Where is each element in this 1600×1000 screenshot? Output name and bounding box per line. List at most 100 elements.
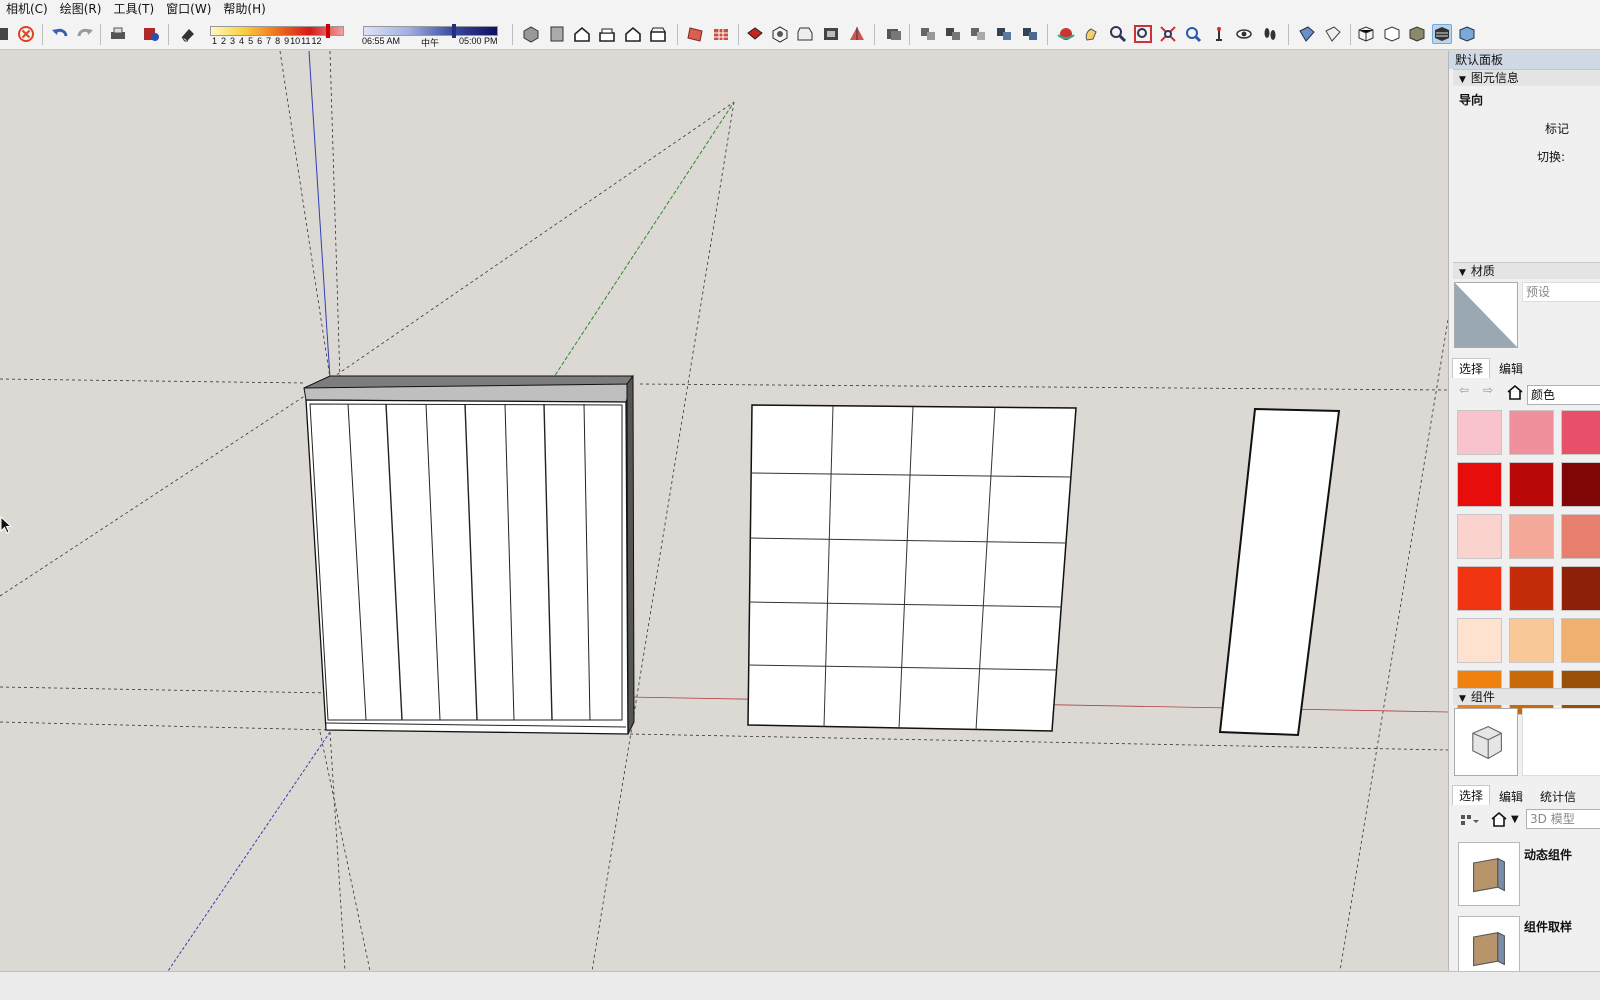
component-c-icon[interactable] [968,24,988,44]
material-library-select[interactable]: 颜色 [1527,385,1600,405]
menu-draw[interactable]: 绘图(R) [54,0,108,19]
dropdown-arrow-icon[interactable]: ▼ [1511,811,1523,829]
component-item-thumb-0[interactable] [1458,842,1520,906]
shaded-icon[interactable] [821,24,841,44]
component-item-label-1[interactable]: 组件取样 [1524,918,1572,935]
shadow-time-slider[interactable] [363,26,498,36]
print-icon[interactable] [108,24,128,44]
pan-icon[interactable] [1082,24,1102,44]
month-label: 6 [257,36,263,46]
style-shaded-icon[interactable] [1407,24,1427,44]
time-slider-thumb[interactable] [452,24,456,38]
menu-help[interactable]: 帮助(H) [217,0,271,19]
material-swatch[interactable] [1509,566,1554,611]
material-swatch[interactable] [1457,514,1502,559]
component-preview[interactable] [1454,708,1518,776]
menu-tools[interactable]: 工具(T) [107,0,160,19]
material-preview[interactable] [1454,282,1518,348]
orbit-icon[interactable] [1056,24,1076,44]
style-monochrome-icon[interactable] [1432,24,1452,44]
material-swatch[interactable] [1457,618,1502,663]
textured-icon[interactable] [847,24,867,44]
face-style-b-icon[interactable] [1323,24,1343,44]
menu-window[interactable]: 窗口(W) [160,0,217,19]
material-name-field[interactable]: 预设 [1522,282,1600,302]
month-label: 9 [284,36,290,46]
wardrobe-model[interactable] [303,374,635,735]
back-view-icon[interactable] [623,24,643,44]
collapse-triangle-icon: ▼ [1459,694,1466,704]
look-around-icon[interactable] [1234,24,1254,44]
material-swatch[interactable] [1457,566,1502,611]
material-swatch[interactable] [1561,514,1600,559]
wireframe-icon[interactable] [770,24,790,44]
undo-icon[interactable] [50,24,70,44]
material-swatch[interactable] [1561,618,1600,663]
eraser-icon[interactable] [178,24,198,44]
material-swatch[interactable] [1457,462,1502,507]
time-start-label: 06:55 AM [362,36,401,46]
material-swatch[interactable] [1457,410,1502,455]
shadow-month-slider[interactable] [210,26,344,36]
style-hidden-icon[interactable] [1382,24,1402,44]
stop-icon[interactable] [16,24,36,44]
materials-header[interactable]: ▼ 材质 [1453,262,1600,279]
components-tab-select[interactable]: 选择 [1452,785,1491,805]
component-item-thumb-1[interactable] [1458,916,1520,971]
zoom-window-icon[interactable] [1133,24,1153,44]
style-xray-icon[interactable] [1457,24,1477,44]
component-home-icon[interactable] [1491,811,1509,829]
xray-icon[interactable] [745,24,765,44]
hidden-line-icon[interactable] [795,24,815,44]
component-d-icon[interactable] [994,24,1014,44]
zoom-icon[interactable] [1108,24,1128,44]
menu-camera[interactable]: 相机(C) [0,0,54,19]
iso-view-icon[interactable] [521,24,541,44]
material-swatch[interactable] [1561,410,1600,455]
layer-icon[interactable] [884,24,904,44]
right-view-icon[interactable] [597,24,617,44]
default-tray: 默认面板 ▼ 图元信息 导向 标记 切换: ▼ 材质 预设 选择 编辑 ⇦ ⇨ 颜色… [1448,51,1600,971]
component-item-label-0[interactable]: 动态组件 [1524,846,1572,863]
component-b-icon[interactable] [943,24,963,44]
material-swatch[interactable] [1561,566,1600,611]
time-end-label: 05:00 PM [459,36,498,46]
month-label: 4 [239,36,245,46]
model-info-icon[interactable] [141,24,161,44]
components-tab-stats[interactable]: 统计信 [1534,787,1582,807]
front-view-icon[interactable] [572,24,592,44]
top-view-icon[interactable] [547,24,567,44]
position-camera-icon[interactable] [1209,24,1229,44]
material-swatch[interactable] [1509,618,1554,663]
components-header[interactable]: ▼ 组件 [1453,688,1600,705]
left-view-icon[interactable] [648,24,668,44]
grid-panel-model[interactable] [747,404,1077,732]
zoom-extents-icon[interactable] [1158,24,1178,44]
component-e-icon[interactable] [1020,24,1040,44]
materials-tab-edit[interactable]: 编辑 [1493,359,1529,379]
redo-icon[interactable] [75,24,95,44]
component-a-icon[interactable] [918,24,938,44]
material-swatch[interactable] [1509,462,1554,507]
face-style-a-icon[interactable] [1297,24,1317,44]
entity-info-header[interactable]: ▼ 图元信息 [1453,69,1600,86]
select-icon[interactable] [0,24,14,44]
home-icon[interactable] [1507,384,1523,400]
material-swatch[interactable] [1509,514,1554,559]
section-grid-icon[interactable] [711,24,731,44]
material-swatch[interactable] [1509,410,1554,455]
material-swatch[interactable] [1561,462,1600,507]
section-plane-icon[interactable] [686,24,706,44]
forward-arrow-icon[interactable]: ⇨ [1483,383,1493,397]
model-viewport[interactable] [0,51,1448,971]
component-search-input[interactable]: 3D 模型 [1526,809,1600,829]
style-wireframe-icon[interactable] [1356,24,1376,44]
month-slider-thumb[interactable] [326,24,330,38]
slim-panel-model[interactable] [1218,407,1341,737]
view-options-icon[interactable] [1459,811,1479,829]
previous-view-icon[interactable] [1183,24,1203,44]
components-tab-edit[interactable]: 编辑 [1493,787,1529,807]
back-arrow-icon[interactable]: ⇦ [1459,383,1469,397]
walk-icon[interactable] [1260,24,1280,44]
materials-tab-select[interactable]: 选择 [1452,358,1491,378]
